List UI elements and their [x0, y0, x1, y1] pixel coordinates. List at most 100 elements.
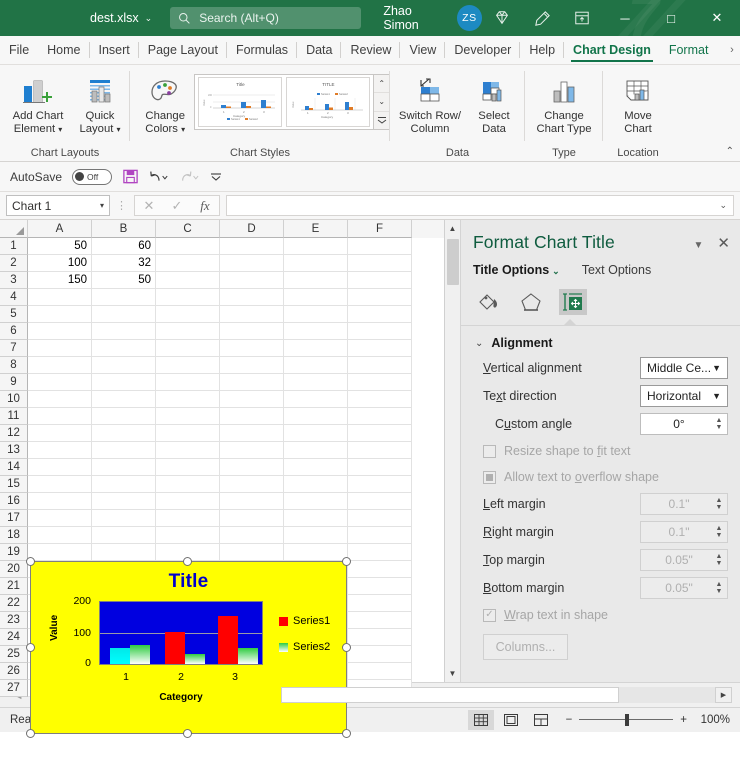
grid-cell-E7[interactable] [284, 340, 348, 357]
grid-cell-D10[interactable] [220, 391, 284, 408]
column-header-a[interactable]: A [28, 220, 92, 238]
legend-item-series2[interactable]: Series2 [279, 641, 330, 653]
grid-cell-A8[interactable] [28, 357, 92, 374]
change-colors-button[interactable]: Change Colors ▾ [136, 70, 194, 136]
alignment-section-header[interactable]: ⌄ Alignment [461, 326, 740, 354]
row-header[interactable]: 20 [0, 561, 28, 578]
grid-cell-D12[interactable] [220, 425, 284, 442]
grid-cell-B3[interactable]: 50 [92, 272, 156, 289]
grid-cell-C12[interactable] [156, 425, 220, 442]
fill-and-line-icon[interactable] [475, 289, 503, 315]
chevron-down-icon[interactable]: ▾ [117, 125, 121, 134]
text-direction-dropdown[interactable]: Horizontal ▼ [640, 385, 728, 407]
grid-cell-A1[interactable]: 50 [28, 238, 92, 255]
tab-home[interactable]: Home [38, 36, 89, 64]
grid-cell-A7[interactable] [28, 340, 92, 357]
grid-cell-A12[interactable] [28, 425, 92, 442]
vertical-scroll-thumb[interactable] [447, 239, 459, 285]
grid-cell-E8[interactable] [284, 357, 348, 374]
page-break-preview-icon[interactable] [528, 710, 554, 730]
grid-cell-E15[interactable] [284, 476, 348, 493]
tab-insert[interactable]: Insert [90, 36, 139, 64]
grid-cell-F2[interactable] [348, 255, 412, 272]
grid-cell-A4[interactable] [28, 289, 92, 306]
grid-cell-E9[interactable] [284, 374, 348, 391]
chart-handle-bottom-right[interactable] [342, 729, 351, 738]
grid-cell-B6[interactable] [92, 323, 156, 340]
avatar[interactable]: ZS [457, 5, 482, 31]
grid-cell-D14[interactable] [220, 459, 284, 476]
grid-cell-C3[interactable] [156, 272, 220, 289]
zoom-out-button[interactable]: − [566, 714, 573, 726]
grid-cell-D15[interactable] [220, 476, 284, 493]
undo-icon[interactable] [149, 169, 169, 185]
grid-cell-B14[interactable] [92, 459, 156, 476]
grid-cell-B17[interactable] [92, 510, 156, 527]
bar-series1-cat2[interactable] [165, 632, 185, 664]
collapse-ribbon-button[interactable]: ⌃ [726, 146, 734, 157]
grid-cell-F11[interactable] [348, 408, 412, 425]
chart-handle-bottom-center[interactable] [183, 729, 192, 738]
grid-cell-C10[interactable] [156, 391, 220, 408]
grid-cell-B10[interactable] [92, 391, 156, 408]
grid-cell-E16[interactable] [284, 493, 348, 510]
chart-styles-gallery[interactable]: Title 1 2 3 Category Series1 Series2 [194, 74, 374, 130]
chart-handle-middle-right[interactable] [342, 643, 351, 652]
grid-cell-F3[interactable] [348, 272, 412, 289]
gallery-scroll-down-icon[interactable]: ⌄ [374, 92, 389, 110]
grid-cell-B13[interactable] [92, 442, 156, 459]
grid-cell-C14[interactable] [156, 459, 220, 476]
grid-cell-E13[interactable] [284, 442, 348, 459]
grid-cell-E2[interactable] [284, 255, 348, 272]
grid-cell-C4[interactable] [156, 289, 220, 306]
grid-cell-F19[interactable] [348, 544, 412, 561]
cancel-formula-button[interactable]: ✕ [135, 198, 163, 214]
grid-cell-B2[interactable]: 32 [92, 255, 156, 272]
zoom-in-button[interactable]: + [680, 714, 687, 726]
grid-cell-F26[interactable] [348, 663, 412, 680]
grid-cell-F1[interactable] [348, 238, 412, 255]
tab-review[interactable]: Review [341, 36, 400, 64]
pane-close-icon[interactable]: ✕ [717, 234, 730, 252]
grid-cell-A3[interactable]: 150 [28, 272, 92, 289]
grid-cell-A5[interactable] [28, 306, 92, 323]
grid-cell-F18[interactable] [348, 527, 412, 544]
row-header[interactable]: 26 [0, 663, 28, 680]
add-chart-element-button[interactable]: Add Chart Element ▾ [8, 70, 68, 136]
page-layout-view-icon[interactable] [498, 710, 524, 730]
tab-text-options[interactable]: Text Options [582, 263, 651, 277]
grid-cell-B11[interactable] [92, 408, 156, 425]
name-box[interactable]: Chart 1 ▾ [6, 195, 110, 216]
grid-cell-A10[interactable] [28, 391, 92, 408]
column-header-c[interactable]: C [156, 220, 220, 238]
row-header[interactable]: 13 [0, 442, 28, 459]
grid-cell-F14[interactable] [348, 459, 412, 476]
chart-handle-bottom-left[interactable] [26, 729, 35, 738]
chevron-down-icon[interactable]: ▾ [181, 125, 185, 134]
grid-cell-A9[interactable] [28, 374, 92, 391]
grid-cell-D17[interactable] [220, 510, 284, 527]
pen-comment-icon[interactable] [522, 0, 562, 36]
chart-styles-scroll[interactable]: ⌃ ⌄ [374, 74, 390, 130]
size-and-properties-icon[interactable] [559, 289, 587, 315]
grid-cell-E10[interactable] [284, 391, 348, 408]
quick-layout-button[interactable]: Quick Layout ▾ [70, 70, 130, 136]
grid-cell-D8[interactable] [220, 357, 284, 374]
grid-cell-B5[interactable] [92, 306, 156, 323]
account-chip[interactable]: Zhao Simon ZS [383, 4, 482, 32]
gallery-more-icon[interactable] [374, 111, 389, 129]
grid-cell-F4[interactable] [348, 289, 412, 306]
chart-legend[interactable]: Series1 Series2 [279, 615, 330, 667]
chart-style-thumbnail-1[interactable]: Title 1 2 3 Category Series1 Series2 [198, 77, 282, 127]
grid-cell-F22[interactable] [348, 595, 412, 612]
grid-cell-F20[interactable] [348, 561, 412, 578]
grid-cell-A14[interactable] [28, 459, 92, 476]
grid-cell-D3[interactable] [220, 272, 284, 289]
minimize-button[interactable]: ─ [602, 0, 648, 36]
pane-menu-icon[interactable]: ▼ [694, 240, 704, 251]
row-header[interactable]: 19 [0, 544, 28, 561]
chart-handle-top-right[interactable] [342, 557, 351, 566]
grid-cell-F12[interactable] [348, 425, 412, 442]
zoom-level-label[interactable]: 100% [694, 714, 730, 726]
grid-cell-C11[interactable] [156, 408, 220, 425]
